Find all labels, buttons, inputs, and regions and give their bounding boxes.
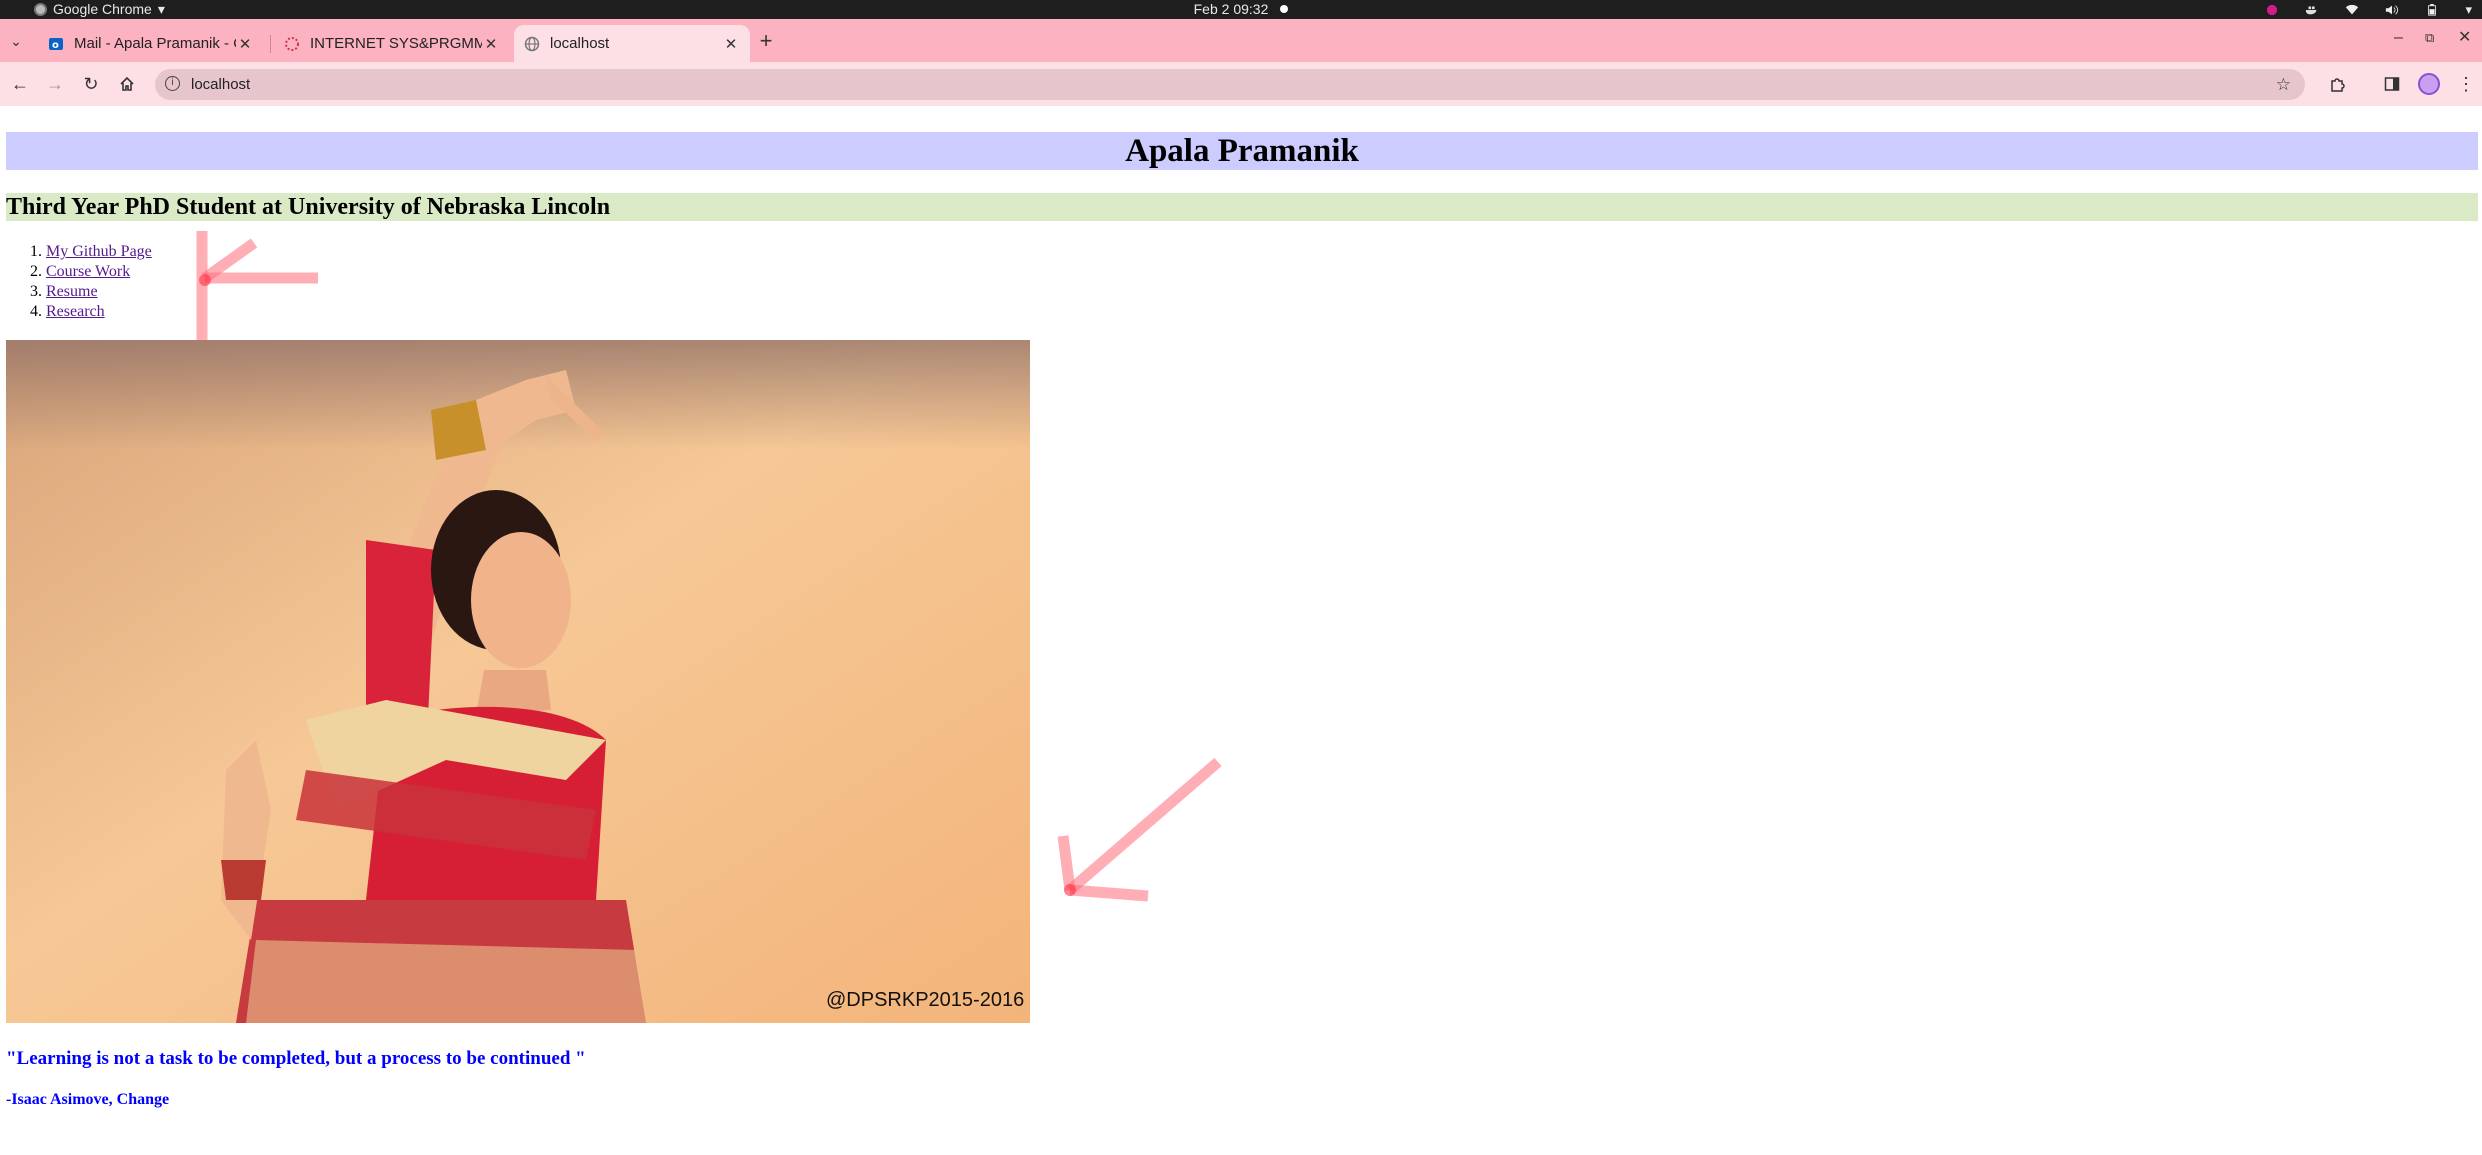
close-tab-icon[interactable]: ✕ bbox=[236, 35, 254, 53]
svg-text:o: o bbox=[52, 40, 59, 51]
notification-dot-icon bbox=[1280, 5, 1289, 13]
system-tray[interactable]: ▾ bbox=[2265, 0, 2472, 19]
new-tab-plus-icon[interactable]: + bbox=[754, 26, 778, 56]
tab-separator bbox=[270, 35, 271, 53]
app-indicator-icon[interactable] bbox=[2265, 4, 2279, 16]
research-link[interactable]: Research bbox=[46, 303, 105, 320]
side-panel-icon[interactable] bbox=[2380, 72, 2404, 96]
outlook-icon: o bbox=[49, 37, 63, 51]
tab-bar: ⌄ o Mail - Apala Pramanik - O ✕ INTERNET… bbox=[0, 19, 2482, 62]
minimize-icon[interactable]: – bbox=[2394, 26, 2403, 50]
window-close-icon[interactable]: ✕ bbox=[2458, 26, 2471, 50]
wifi-icon[interactable] bbox=[2345, 4, 2359, 16]
browser-toolbar: ← → ↻ i localhost ☆ ⋮ bbox=[0, 62, 2482, 106]
tab-title: localhost bbox=[550, 35, 610, 52]
list-item: My Github Page bbox=[46, 242, 152, 262]
web-page: Apala Pramanik Third Year PhD Student at… bbox=[0, 106, 2482, 1155]
github-link[interactable]: My Github Page bbox=[46, 243, 152, 260]
quote-author: -Isaac Asimove, Change bbox=[6, 1091, 170, 1108]
tab-search-chevron-icon[interactable]: ⌄ bbox=[4, 29, 28, 53]
course-work-link[interactable]: Course Work bbox=[46, 263, 130, 280]
bookmark-star-icon[interactable]: ☆ bbox=[2276, 69, 2291, 100]
close-tab-icon[interactable]: ✕ bbox=[482, 35, 500, 53]
docker-icon[interactable] bbox=[2305, 4, 2319, 16]
tab-internet-sys[interactable]: INTERNET SYS&PRGMMI ✕ bbox=[274, 25, 510, 62]
globe-icon bbox=[524, 36, 540, 51]
home-icon[interactable] bbox=[115, 72, 139, 96]
page-subtitle: Third Year PhD Student at University of … bbox=[6, 193, 2478, 221]
page-title: Apala Pramanik bbox=[6, 132, 2478, 170]
battery-icon[interactable] bbox=[2425, 3, 2439, 16]
forward-arrow-icon[interactable]: → bbox=[43, 72, 67, 96]
clock-text: Feb 2 09:32 bbox=[1193, 1, 1269, 17]
dancer-photo: @DPSRKP2015-2016 bbox=[6, 340, 1030, 1023]
reload-icon[interactable]: ↻ bbox=[79, 72, 103, 96]
site-info-icon[interactable]: i bbox=[165, 76, 180, 91]
address-bar[interactable]: i localhost ☆ bbox=[155, 69, 2305, 100]
restore-icon[interactable]: ⧉ bbox=[2425, 26, 2434, 50]
tab-title: Mail - Apala Pramanik - O bbox=[74, 35, 236, 52]
list-item: Course Work bbox=[46, 262, 152, 282]
list-item: Research bbox=[46, 302, 152, 322]
tab-title: INTERNET SYS&PRGMMI bbox=[310, 35, 482, 52]
dancer-photo-illustration: @DPSRKP2015-2016 bbox=[6, 340, 1030, 1023]
os-top-bar: Google Chrome ▾ Feb 2 09:32 ▾ bbox=[0, 0, 2482, 19]
kebab-menu-icon[interactable]: ⋮ bbox=[2454, 72, 2478, 96]
canvas-logo-icon bbox=[285, 36, 299, 51]
clock[interactable]: Feb 2 09:32 bbox=[0, 0, 2482, 19]
volume-icon[interactable] bbox=[2385, 4, 2399, 16]
tab-localhost[interactable]: localhost ✕ bbox=[514, 25, 750, 62]
address-text: localhost bbox=[191, 76, 251, 93]
back-arrow-icon[interactable]: ← bbox=[8, 72, 32, 96]
photo-watermark: @DPSRKP2015-2016 bbox=[826, 989, 1024, 1011]
quote-text: "Learning is not a task to be completed,… bbox=[6, 1048, 586, 1069]
extensions-puzzle-icon[interactable] bbox=[2326, 72, 2350, 96]
list-item: Resume bbox=[46, 282, 152, 302]
tab-mail[interactable]: o Mail - Apala Pramanik - O ✕ bbox=[38, 25, 264, 62]
power-menu-chevron-icon[interactable]: ▾ bbox=[2465, 2, 2472, 18]
resume-link[interactable]: Resume bbox=[46, 283, 98, 300]
profile-avatar[interactable] bbox=[2418, 73, 2440, 95]
close-tab-icon[interactable]: ✕ bbox=[722, 35, 740, 53]
nav-link-list: My Github Page Course Work Resume Resear… bbox=[0, 242, 152, 322]
